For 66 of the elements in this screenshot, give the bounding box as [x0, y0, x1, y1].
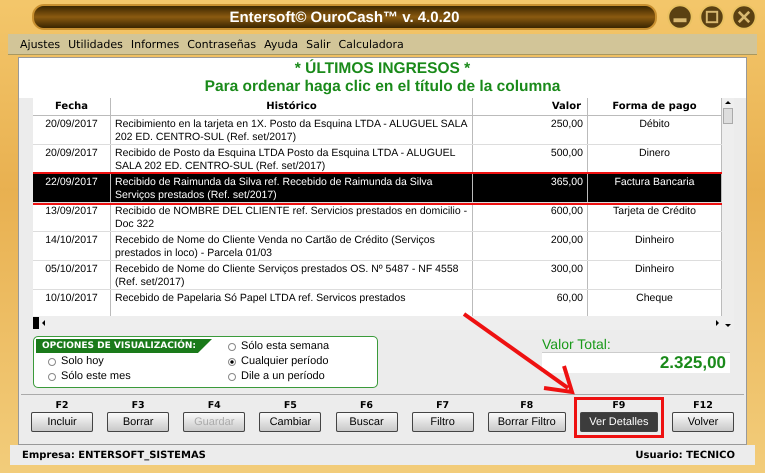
total-label: Valor Total:: [542, 336, 612, 352]
action-button[interactable]: Borrar Filtro: [488, 412, 566, 432]
total-value: 2.325,00: [542, 352, 730, 373]
table-cell: Recibido de NOMBRE DEL CLIENTE ref. Servicios prestados en domicilio - Doc 322: [111, 203, 473, 231]
table-row[interactable]: 20/09/2017 Recibimiento en la tarjeta en 1X. Posto da Esquina LTDA - ALUGUEL SALA 202 ED. CENTRO-SUL (Ref. set/2017) 250,00 Débito: [33, 116, 722, 145]
scrollbar-thumb[interactable]: [33, 317, 39, 329]
scrollbar-thumb[interactable]: [723, 108, 733, 124]
table-row[interactable]: 22/09/2017 Recibido de Raimunda da Silva ref. Recebido de Raimunda da Silva Serviços prestados (Ref. set/2017) 365,00 Factura Bancaria: [33, 174, 722, 203]
sort-hint: Para ordenar haga clic en el título de la columna: [19, 78, 746, 98]
action-button[interactable]: Filtro: [412, 412, 474, 432]
action-button[interactable]: Volver: [672, 412, 734, 432]
view-options-title: OPCIONES DE VISUALIZACIÓN:: [36, 339, 212, 353]
table-cell: 200,00: [473, 232, 588, 260]
shortcut-key-label: F6: [360, 400, 374, 412]
shortcut-key-label: F4: [208, 400, 221, 412]
table-row[interactable]: 14/10/2017 Recebido de Nome do Cliente Venda no Cartão de Crédito (Serviços prestados in loco) - Parcela 01/03 200,00 Dinheiro: [33, 232, 722, 261]
radio-option[interactable]: Cualquier período: [228, 354, 330, 369]
action-button[interactable]: Incluir: [31, 412, 93, 432]
table-row[interactable]: 13/09/2017 Recibido de NOMBRE DEL CLIENTE ref. Servicios prestados en domicilio - Doc 322 600,00 Tarjeta de Crédito: [33, 203, 722, 232]
table-cell: 22/09/2017: [33, 174, 111, 202]
radio-option[interactable]: Dile a un período: [228, 369, 330, 384]
table-cell: 600,00: [473, 203, 588, 231]
shortcut-key-label: F8: [520, 400, 534, 412]
shortcut-key-label: F3: [132, 400, 145, 412]
shortcut-key-label: F7: [436, 400, 450, 412]
action-button[interactable]: Borrar: [107, 412, 170, 432]
table-cell: Recibimiento en la tarjeta en 1X. Posto da Esquina LTDA - ALUGUEL SALA 202 ED. CENTRO-SUL (Ref. set/2017): [111, 116, 473, 144]
shortcut-key-label: F12: [693, 400, 713, 412]
shortcut-key-label: F9: [612, 400, 626, 412]
menu-item[interactable]: Ajustes: [20, 38, 60, 50]
action-button[interactable]: Cambiar: [259, 412, 322, 432]
user-status: Usuario: TECNICO: [635, 450, 735, 460]
minimize-icon[interactable]: [667, 4, 693, 30]
table-cell: Recebido de Nome do Cliente Venda no Cartão de Crédito (Serviços prestados in loco) - Parcela 01/03: [111, 232, 473, 260]
table-cell: 14/10/2017: [33, 232, 111, 260]
table-cell: 365,00: [473, 174, 588, 202]
table-row[interactable]: 05/10/2017 Recebido de Nome do Cliente Serviços prestados OS. Nº 5487 - NF 4558 (Ref. set/2017) 300,00 Dinheiro: [33, 261, 722, 290]
menu-item[interactable]: Utilidades: [68, 38, 123, 50]
table-cell: 05/10/2017: [33, 261, 111, 289]
menu-item[interactable]: Informes: [130, 38, 180, 50]
table-cell: 250,00: [473, 116, 588, 144]
table-cell: 20/09/2017: [33, 116, 111, 144]
shortcut-key-label: F5: [284, 400, 297, 412]
table-cell: 13/09/2017: [33, 203, 111, 231]
column-header[interactable]: Valor: [473, 98, 588, 116]
table-cell: Recibido de Raimunda da Silva ref. Recebido de Raimunda da Silva Serviços prestados (Ref. set/2017): [111, 174, 473, 202]
action-button[interactable]: Ver Detalles: [580, 412, 658, 432]
maximize-icon[interactable]: [699, 4, 725, 30]
table-cell: 300,00: [473, 261, 588, 289]
radio-option[interactable]: Sólo esta semana: [228, 339, 330, 354]
menu-item[interactable]: Salir: [306, 38, 330, 50]
menu-item[interactable]: Calculadora: [338, 38, 404, 50]
radio-option[interactable]: Sólo este mes: [48, 369, 212, 384]
close-icon[interactable]: [731, 4, 757, 30]
window-title: Entersoft© OuroCash™ v. 4.0.20: [32, 4, 657, 30]
shortcut-key-label: F2: [55, 400, 69, 412]
column-header[interactable]: Forma de pago: [588, 98, 722, 116]
menu-item[interactable]: Contraseñas: [187, 38, 256, 50]
table-cell: Recebido de Nome do Cliente Serviços prestados OS. Nº 5487 - NF 4558 (Ref. set/2017): [111, 261, 473, 289]
column-header[interactable]: Histórico: [111, 98, 473, 116]
page-heading: * ÚLTIMOS INGRESOS *: [19, 58, 746, 78]
company-status: Empresa: ENTERSOFT_SISTEMAS: [22, 450, 206, 460]
radio-option[interactable]: Solo hoy: [48, 354, 212, 369]
column-header[interactable]: Fecha: [33, 98, 111, 116]
menu-item[interactable]: Ayuda: [264, 38, 298, 50]
action-button[interactable]: Buscar: [336, 412, 398, 432]
